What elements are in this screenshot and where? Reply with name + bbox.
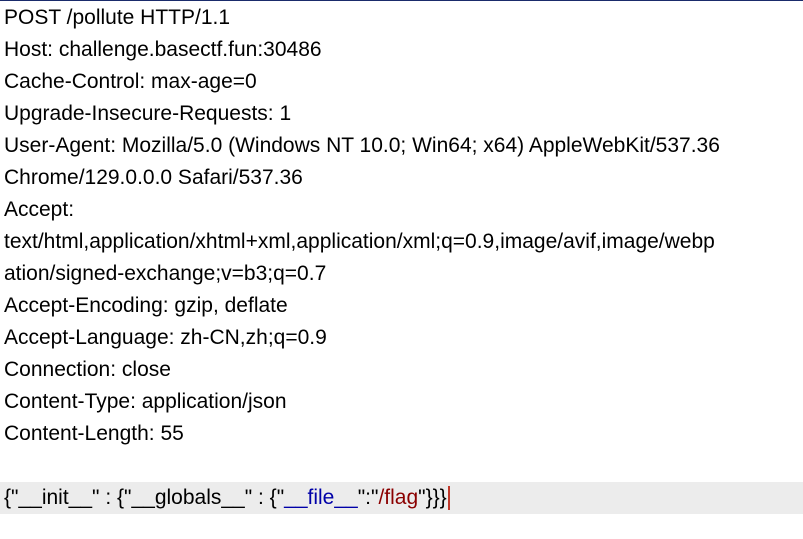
accept-header[interactable]: Accept:	[0, 194, 803, 226]
accept-encoding-header[interactable]: Accept-Encoding: gzip, deflate	[0, 290, 803, 322]
connection-header[interactable]: Connection: close	[0, 354, 803, 386]
json-body-suffix: "}}}	[418, 486, 447, 509]
user-agent-header-continued[interactable]: Chrome/129.0.0.0 Safari/537.36	[0, 162, 803, 194]
content-length-header[interactable]: Content-Length: 55	[0, 418, 803, 450]
json-value-flag: /flag	[378, 486, 419, 509]
request-body[interactable]: {"__init__" : {"__globals__" : {"__file_…	[0, 482, 803, 514]
text-cursor	[447, 486, 450, 511]
accept-language-header[interactable]: Accept-Language: zh-CN,zh;q=0.9	[0, 322, 803, 354]
header-body-separator	[0, 450, 803, 482]
host-header[interactable]: Host: challenge.basectf.fun:30486	[0, 34, 803, 66]
request-line[interactable]: POST /pollute HTTP/1.1	[0, 2, 803, 34]
window-top-border	[0, 0, 803, 1]
http-request-editor[interactable]: POST /pollute HTTP/1.1 Host: challenge.b…	[0, 2, 803, 539]
accept-header-value[interactable]: text/html,application/xhtml+xml,applicat…	[0, 226, 803, 258]
cache-control-header[interactable]: Cache-Control: max-age=0	[0, 66, 803, 98]
json-body-prefix: {"__init__" : {"__globals__" : {"	[4, 486, 285, 509]
json-key-separator: ":"	[357, 486, 379, 509]
accept-header-value-continued[interactable]: ation/signed-exchange;v=b3;q=0.7	[0, 258, 803, 290]
content-type-header[interactable]: Content-Type: application/json	[0, 386, 803, 418]
user-agent-header[interactable]: User-Agent: Mozilla/5.0 (Windows NT 10.0…	[0, 130, 803, 162]
upgrade-insecure-requests-header[interactable]: Upgrade-Insecure-Requests: 1	[0, 98, 803, 130]
json-key-file: __file__	[284, 486, 358, 509]
